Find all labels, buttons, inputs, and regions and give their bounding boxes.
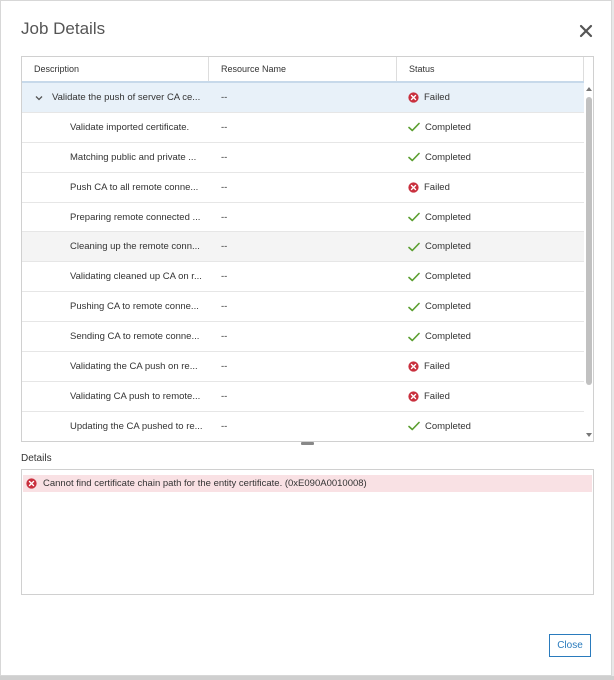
close-button[interactable]: Close [549, 634, 591, 657]
table-row[interactable]: Validating the CA push on re... -- Failed [22, 352, 584, 382]
error-message-row: Cannot find certificate chain path for t… [23, 475, 592, 492]
error-circle-icon [408, 391, 419, 402]
row-status: Completed [408, 412, 471, 441]
table-row[interactable]: Validate imported certificate. -- Complete… [22, 113, 584, 143]
row-description: Validating cleaned up CA on r... [70, 271, 202, 283]
status-text: Failed [424, 92, 450, 103]
status-text: Completed [425, 271, 471, 283]
job-steps-grid: Description Resource Name Status Validat… [21, 56, 594, 442]
row-status: Failed [408, 173, 450, 202]
checkmark-icon [408, 421, 420, 431]
checkmark-icon [408, 332, 420, 341]
scroll-up-icon[interactable] [585, 85, 593, 93]
row-status: Completed [408, 262, 471, 291]
status-text: Completed [425, 420, 471, 432]
row-description: Validating CA push to remote... [70, 390, 201, 402]
job-details-dialog: Job Details Description Resource Name St… [0, 0, 612, 676]
table-row[interactable]: Preparing remote connected ... -- Complete… [22, 203, 584, 233]
checkmark-icon [408, 302, 420, 312]
pane-splitter-handle[interactable] [301, 442, 314, 445]
row-description: Sending CA to remote conne... [70, 331, 200, 343]
column-header-status[interactable]: Status [397, 57, 584, 81]
error-circle-icon [408, 92, 419, 103]
table-row[interactable]: Push CA to all remote conne... -- Failed [22, 173, 584, 203]
error-circle-icon [408, 182, 419, 193]
grid-header: Description Resource Name Status [22, 57, 584, 83]
row-resource-name: -- [221, 241, 228, 253]
row-description: Preparing remote connected ... [70, 211, 201, 223]
checkmark-icon [408, 152, 420, 162]
row-resource-name: -- [221, 271, 228, 283]
table-row[interactable]: Pushing CA to remote conne... -- Completed [22, 292, 584, 323]
row-status: Completed [408, 322, 471, 351]
row-resource-name: -- [221, 181, 228, 193]
row-status: Completed [408, 113, 471, 142]
table-row[interactable]: Updating the CA pushed to re... -- Complet… [22, 412, 584, 441]
row-description: Pushing CA to remote conne... [70, 301, 199, 313]
status-text: Completed [425, 121, 471, 133]
row-description: Validate imported certificate. [70, 121, 190, 133]
status-text: Completed [425, 151, 471, 163]
error-circle-icon [26, 478, 37, 489]
checkmark-icon [408, 272, 420, 282]
grid-scrollbar[interactable] [584, 83, 593, 441]
close-icon[interactable] [576, 21, 596, 41]
row-resource-name: -- [221, 361, 228, 373]
table-row[interactable]: Sending CA to remote conne... -- Completed [22, 322, 584, 353]
status-text: Completed [425, 331, 471, 343]
scrollbar-thumb[interactable] [586, 97, 592, 385]
row-status: Failed [408, 83, 450, 112]
row-description: Updating the CA pushed to re... [70, 420, 203, 432]
window-edge [0, 676, 614, 680]
status-text: Completed [425, 211, 471, 223]
status-text: Failed [424, 390, 450, 402]
row-description: Matching public and private ... [70, 151, 197, 163]
dialog-title: Job Details [21, 19, 106, 38]
row-status: Failed [408, 382, 450, 411]
row-resource-name: -- [221, 121, 228, 133]
status-text: Completed [425, 241, 471, 253]
chevron-down-icon[interactable] [34, 93, 44, 103]
table-row-parent[interactable]: Validate the push of server CA ce... -- Fa… [22, 83, 584, 113]
table-row[interactable]: Validating cleaned up CA on r... -- Comple… [22, 262, 584, 293]
error-circle-icon [408, 361, 419, 372]
row-description: Push CA to all remote conne... [70, 181, 199, 193]
table-row[interactable]: Validating CA push to remote... -- Failed [22, 382, 584, 412]
row-status: Completed [408, 232, 471, 261]
details-label: Details [21, 453, 52, 464]
row-status: Completed [408, 292, 471, 321]
row-resource-name: -- [221, 301, 228, 313]
status-text: Failed [424, 181, 450, 193]
row-resource-name: -- [221, 92, 228, 103]
status-text: Failed [424, 361, 450, 373]
row-resource-name: -- [221, 151, 228, 163]
details-panel: Cannot find certificate chain path for t… [21, 469, 594, 595]
table-row[interactable]: Matching public and private ... -- Complet… [22, 143, 584, 173]
checkmark-icon [408, 242, 420, 252]
checkmark-icon [408, 123, 420, 132]
row-description: Validate the push of server CA ce... [52, 92, 201, 103]
status-text: Completed [425, 301, 471, 313]
checkmark-icon [408, 212, 420, 222]
row-status: Failed [408, 352, 450, 381]
grid-body: Validate the push of server CA ce... -- Fa… [22, 83, 584, 441]
row-status: Completed [408, 143, 471, 172]
scroll-down-icon[interactable] [585, 431, 593, 439]
table-row[interactable]: Cleaning up the remote conn... -- Complete… [22, 232, 584, 263]
row-resource-name: -- [221, 331, 228, 343]
row-description: Cleaning up the remote conn... [70, 241, 200, 253]
row-description: Validating the CA push on re... [70, 361, 198, 373]
column-header-resource-name[interactable]: Resource Name [209, 57, 397, 81]
column-header-description[interactable]: Description [22, 57, 209, 81]
row-status: Completed [408, 203, 471, 232]
error-message-text: Cannot find certificate chain path for t… [43, 478, 367, 489]
row-resource-name: -- [221, 390, 228, 402]
row-resource-name: -- [221, 420, 228, 432]
row-resource-name: -- [221, 211, 228, 223]
